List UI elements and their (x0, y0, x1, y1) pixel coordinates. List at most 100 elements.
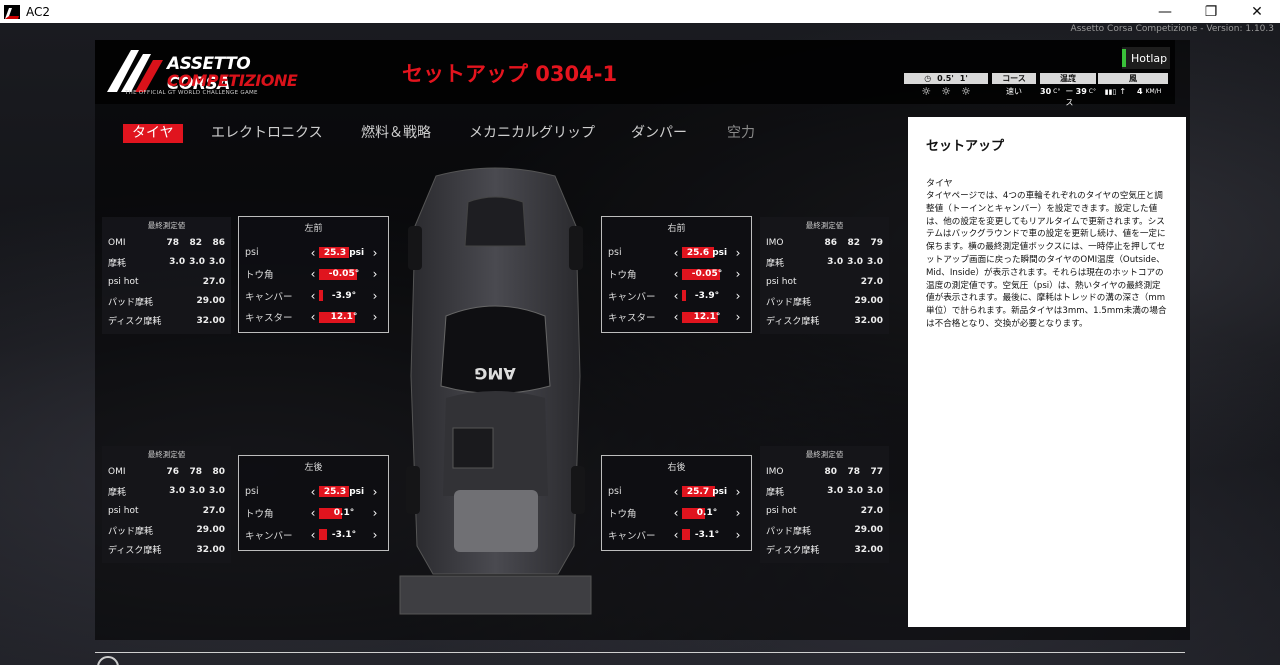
toe-value: 0.1° (333, 508, 355, 519)
tire-row-camber: キャンバー ‹ -3.1° › (245, 524, 382, 546)
stat-temp-m: 82 (189, 237, 202, 248)
decrease-toe-chevron-left-icon[interactable]: ‹ (307, 267, 319, 281)
stat-label-pad: パッド摩耗 (108, 526, 154, 537)
footer-divider (95, 652, 1185, 653)
stats-header: 最終測定値 (805, 221, 844, 230)
tire-row-psi: psi ‹ 25.3 psi › (245, 242, 382, 264)
logo-mark-icon (107, 50, 163, 92)
tire-panel-rear-left: 左後 psi ‹ 25.3 psi › トウ角 ‹ 0.1° › キャンバー ‹ -3.1° › (238, 455, 389, 551)
help-body: タイヤページでは、4つの車輪それぞれのタイヤの空気圧と調整値（トーインとキャンバ… (926, 191, 1167, 329)
stat-temp-i: 86 (824, 237, 837, 248)
increase-caster-chevron-right-icon[interactable]: › (732, 310, 744, 324)
weather-course: コース 速い (992, 73, 1036, 101)
increase-caster-chevron-right-icon[interactable]: › (369, 310, 381, 324)
session-status-bar (1122, 49, 1126, 67)
decrease-psi-chevron-left-icon[interactable]: ‹ (307, 485, 319, 499)
session-label: Hotlap (1131, 51, 1168, 65)
stat-disc: 32.00 (196, 315, 225, 326)
stat-temp-i: 80 (212, 466, 225, 477)
clock-icon: ◷ (924, 74, 932, 83)
tire-row-psi: psi ‹ 25.7 psi › (608, 481, 745, 503)
wind-header: 風 (1098, 73, 1168, 84)
psi-value-bar: 25.7 psi (682, 485, 732, 498)
tire-panel-front-right: 右前 psi ‹ 25.6 psi › トウ角 ‹ -0.05° › キャンバー ‹ -3.9° › キ… (601, 216, 752, 333)
caster-value: 12.1° (693, 312, 721, 323)
logo-line2: COMPETIZIONE (167, 71, 298, 90)
decrease-camber-chevron-left-icon[interactable]: ‹ (670, 289, 682, 303)
help-subtitle: タイヤ (926, 179, 953, 189)
tab-mechanical-grip[interactable]: メカニカルグリップ (460, 124, 604, 143)
stat-wear: 3.0 (867, 486, 883, 497)
stat-label-temps: IMO (766, 237, 784, 248)
tire-row-camber: キャンバー ‹ -3.9° › (245, 285, 382, 307)
stat-label-wear: 摩耗 (766, 258, 785, 269)
increase-toe-chevron-right-icon[interactable]: › (732, 267, 744, 281)
sun-icon: ☼ (960, 85, 971, 98)
camber-value-bar: -3.1° (682, 528, 732, 541)
decrease-toe-chevron-left-icon[interactable]: ‹ (307, 506, 319, 520)
tire-label-toe: トウ角 (245, 509, 274, 521)
toe-value-bar: 0.1° (682, 507, 732, 520)
stat-label-wear: 摩耗 (108, 487, 127, 498)
wind-strength-icon: ▮▮▯ (1104, 87, 1117, 96)
app-icon (4, 4, 20, 19)
increase-camber-chevron-right-icon[interactable]: › (369, 528, 381, 542)
stat-label-pad: パッド摩耗 (108, 297, 154, 308)
tire-label-camber: キャンバー (245, 530, 293, 542)
wind-speed: 4 (1137, 87, 1143, 96)
increase-psi-chevron-right-icon[interactable]: › (369, 246, 381, 260)
increase-camber-chevron-right-icon[interactable]: › (732, 528, 744, 542)
decrease-toe-chevron-left-icon[interactable]: ‹ (670, 506, 682, 520)
stat-label-temps: OMI (108, 466, 126, 477)
decrease-psi-chevron-left-icon[interactable]: ‹ (307, 246, 319, 260)
psi-value-bar: 25.3 psi (319, 246, 369, 259)
weather-wind: 風 ▮▮▯ ↑ 4 KM/H (1098, 73, 1168, 101)
tire-panel-title: 左後 (304, 463, 323, 473)
camber-value-bar: -3.9° (319, 289, 369, 302)
stat-label-psi-hot: psi hot (766, 276, 797, 287)
decrease-caster-chevron-left-icon[interactable]: ‹ (307, 310, 319, 324)
tire-label-camber: キャンバー (608, 530, 656, 542)
increase-toe-chevron-right-icon[interactable]: › (369, 267, 381, 281)
car-top-view: AMG (399, 167, 592, 615)
window-titlebar: AC2 — ❐ ✕ (0, 0, 1280, 23)
decrease-psi-chevron-left-icon[interactable]: ‹ (670, 485, 682, 499)
stat-psi-hot: 27.0 (202, 276, 225, 287)
tab-tyres[interactable]: タイヤ (123, 124, 183, 143)
decrease-psi-chevron-left-icon[interactable]: ‹ (670, 246, 682, 260)
track-temp: 39 (1075, 87, 1087, 96)
tab-aero[interactable]: 空力 (718, 124, 764, 143)
increase-toe-chevron-right-icon[interactable]: › (732, 506, 744, 520)
decrease-toe-chevron-left-icon[interactable]: ‹ (670, 267, 682, 281)
stats-panel-rear-right: 最終測定値 IMO 80 78 77 摩耗 3.0 3.0 3.0 psi hot 27.0 … (760, 446, 889, 563)
decrease-camber-chevron-left-icon[interactable]: ‹ (307, 289, 319, 303)
air-temp: 30 (1040, 87, 1052, 96)
tab-fuel-strategy[interactable]: 燃料＆戦略 (352, 124, 440, 143)
increase-camber-chevron-right-icon[interactable]: › (369, 289, 381, 303)
tire-row-camber: キャンバー ‹ -3.9° › (608, 285, 745, 307)
decrease-camber-chevron-left-icon[interactable]: ‹ (307, 528, 319, 542)
tire-label-camber: キャンバー (245, 291, 293, 303)
increase-toe-chevron-right-icon[interactable]: › (369, 506, 381, 520)
increase-psi-chevron-right-icon[interactable]: › (369, 485, 381, 499)
stat-label-psi-hot: psi hot (108, 276, 139, 287)
wind-direction-icon: ↑ (1119, 87, 1127, 96)
close-button[interactable]: ✕ (1234, 0, 1280, 23)
version-label: Assetto Corsa Competizione - Version: 1.… (1070, 24, 1274, 34)
stat-label-disc: ディスク摩耗 (108, 546, 162, 557)
minimize-button[interactable]: — (1142, 0, 1188, 23)
tab-dampers[interactable]: ダンパー (622, 124, 696, 143)
tire-row-caster: キャスター ‹ 12.1° › (245, 307, 382, 329)
increase-camber-chevron-right-icon[interactable]: › (732, 289, 744, 303)
decrease-camber-chevron-left-icon[interactable]: ‹ (670, 528, 682, 542)
air-temp-unit: C° (1053, 88, 1061, 95)
tab-electronics[interactable]: エレクトロニクス (202, 124, 332, 143)
stats-header: 最終測定値 (147, 221, 186, 230)
stat-disc: 32.00 (196, 544, 225, 555)
stat-disc: 32.00 (854, 544, 883, 555)
decrease-caster-chevron-left-icon[interactable]: ‹ (670, 310, 682, 324)
maximize-button[interactable]: ❐ (1188, 0, 1234, 23)
increase-psi-chevron-right-icon[interactable]: › (732, 246, 744, 260)
stat-wear: 3.0 (847, 486, 864, 497)
increase-psi-chevron-right-icon[interactable]: › (732, 485, 744, 499)
